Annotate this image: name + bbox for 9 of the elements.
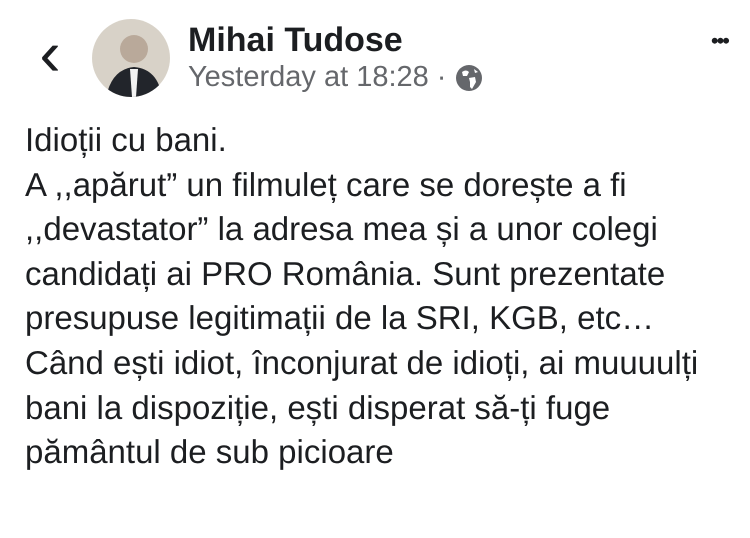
back-button[interactable]: ‹: [30, 21, 70, 95]
post-time[interactable]: Yesterday at 18:28: [188, 60, 429, 95]
separator-dot: ·: [436, 60, 446, 95]
post-paragraph: Idioții cu bani.: [25, 120, 228, 160]
more-button[interactable]: •••: [710, 24, 728, 57]
post-paragraph: A ,,apărut” un filmuleț care se dorește a fi ,,devastator” la adresa mea și a unor colegi candidați ai PRO România. Sunt prezentate presupuse legitimații de la SRI, KGB, etc…: [25, 164, 666, 338]
post-paragraph: Când ești idiot, înconjurat de idioți, ai muuuulți bani la dispoziție, ești disperat să-ți fuge pământul de sub picioare: [25, 342, 700, 472]
globe-icon: [454, 62, 484, 93]
author-name[interactable]: Mihai Tudose: [188, 21, 711, 60]
